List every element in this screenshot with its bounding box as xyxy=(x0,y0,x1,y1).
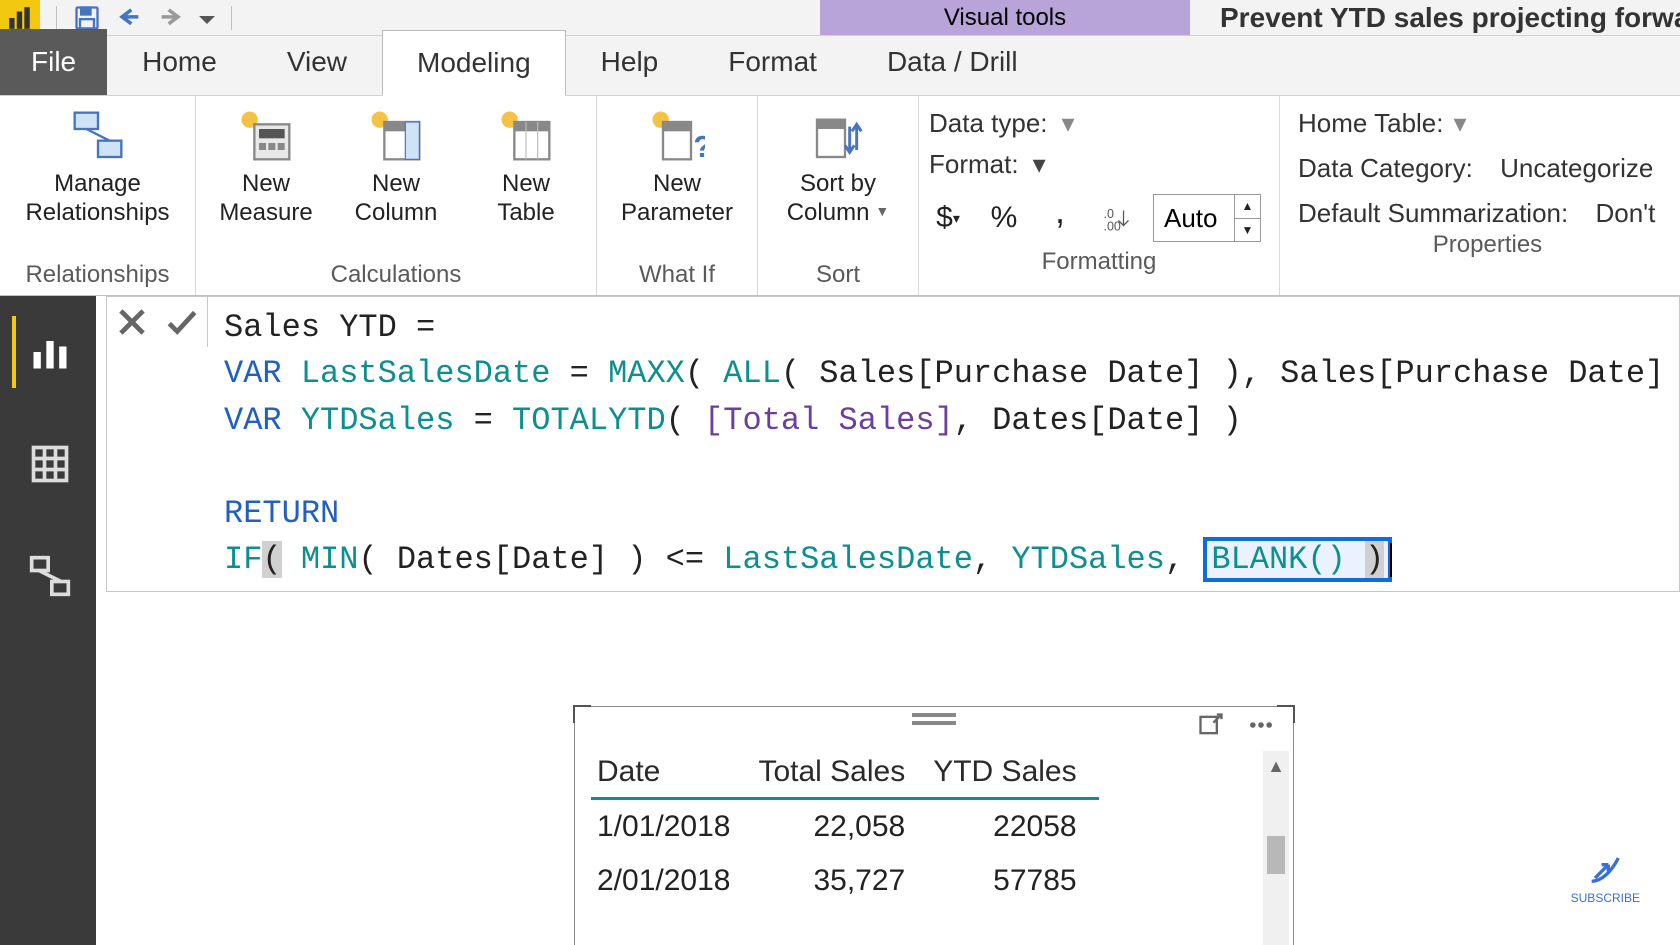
canvas: Prev Date Total Sales xyxy=(96,296,1680,945)
new-parameter-button[interactable]: ? New Parameter xyxy=(607,102,747,228)
table-visual[interactable]: Date Total Sales YTD Sales 1/01/2018 22,… xyxy=(574,706,1294,945)
table-row[interactable]: 2/01/2018 35,727 57785 xyxy=(591,854,1099,908)
tab-view[interactable]: View xyxy=(252,29,382,95)
sort-by-column-button[interactable]: Sort by Column▼ xyxy=(768,102,908,228)
default-summarization-dropdown[interactable]: Default Summarization: Don't xyxy=(1298,198,1677,229)
col-total-sales[interactable]: Total Sales xyxy=(752,747,927,799)
data-type-dropdown[interactable]: ▾ xyxy=(1062,108,1075,139)
visual-body: Date Total Sales YTD Sales 1/01/2018 22,… xyxy=(591,747,1259,945)
data-view-button[interactable] xyxy=(12,428,84,500)
view-nav-rail xyxy=(0,296,96,945)
ribbon-group-calculations: New Measure New Column New Table Calcula… xyxy=(196,96,597,295)
visual-drag-handle[interactable] xyxy=(912,713,956,725)
cancel-formula-button[interactable] xyxy=(107,297,157,347)
model-view-button[interactable] xyxy=(12,540,84,612)
tab-file[interactable]: File xyxy=(0,29,107,95)
new-table-icon xyxy=(498,108,554,164)
ribbon-group-label: Sort xyxy=(768,259,908,293)
new-table-button[interactable]: New Table xyxy=(466,102,586,228)
visual-header xyxy=(575,707,1293,743)
home-table-dropdown[interactable]: Home Table:▾ xyxy=(1298,108,1677,139)
ribbon-group-relationships: Manage Relationships Relationships xyxy=(0,96,196,295)
tab-data-drill[interactable]: Data / Drill xyxy=(852,29,1053,95)
new-column-button[interactable]: New Column xyxy=(336,102,456,228)
ribbon-group-sort: Sort by Column▼ Sort xyxy=(758,96,919,295)
relationships-icon xyxy=(70,108,126,164)
ribbon-group-whatif: ? New Parameter What If xyxy=(597,96,758,295)
report-view-button[interactable] xyxy=(12,316,84,388)
svg-text:?: ? xyxy=(693,131,705,164)
ribbon-group-properties: Home Table:▾ Data Category: Uncategorize… xyxy=(1280,96,1680,295)
decimal-places-input[interactable] xyxy=(1154,195,1234,241)
ribbon-group-formatting: Data type: ▾ Format: ▾ $ ▾ % , .0.00 ▲▼ … xyxy=(919,96,1280,295)
sort-icon xyxy=(810,108,866,164)
ribbon-group-label: Relationships xyxy=(10,259,185,293)
data-category-dropdown[interactable]: Data Category: Uncategorize xyxy=(1298,153,1677,184)
new-measure-button[interactable]: New Measure xyxy=(206,102,326,228)
percent-button[interactable]: % xyxy=(985,201,1023,235)
format-label: Format: xyxy=(929,149,1019,180)
col-date[interactable]: Date xyxy=(591,747,752,799)
comma-button[interactable]: , xyxy=(1041,190,1079,246)
new-measure-icon xyxy=(238,108,294,164)
workspace: Prev Date Total Sales xyxy=(0,296,1680,945)
svg-text:.00: .00 xyxy=(1104,220,1121,234)
manage-relationships-button[interactable]: Manage Relationships xyxy=(10,102,185,228)
tab-format[interactable]: Format xyxy=(693,29,852,95)
new-parameter-icon: ? xyxy=(649,108,705,164)
table-row[interactable]: 1/01/2018 22,058 22058 xyxy=(591,799,1099,855)
ribbon: Manage Relationships Relationships New M… xyxy=(0,96,1680,296)
col-ytd-sales[interactable]: YTD Sales xyxy=(927,747,1098,799)
data-table: Date Total Sales YTD Sales 1/01/2018 22,… xyxy=(591,747,1099,908)
commit-formula-button[interactable] xyxy=(157,297,207,347)
ribbon-group-label: What If xyxy=(607,259,747,293)
decimal-icon: .0.00 xyxy=(1097,200,1135,236)
data-type-label: Data type: xyxy=(929,108,1048,139)
tab-home[interactable]: Home xyxy=(107,29,252,95)
formula-bar: Sales YTD = VAR LastSalesDate = MAXX( AL… xyxy=(106,296,1680,592)
visual-scrollbar[interactable]: ▲ xyxy=(1263,751,1289,945)
ribbon-group-label: Formatting xyxy=(929,246,1269,280)
ribbon-group-label: Calculations xyxy=(206,259,586,293)
subscribe-badge[interactable]: SUBSCRIBE xyxy=(1571,848,1640,905)
more-options-icon[interactable] xyxy=(1247,711,1275,739)
decimal-places-spinner[interactable]: ▲▼ xyxy=(1153,194,1261,242)
tab-help[interactable]: Help xyxy=(566,29,694,95)
focus-mode-icon[interactable] xyxy=(1197,711,1225,739)
format-dropdown[interactable]: ▾ xyxy=(1033,149,1046,180)
formula-editor[interactable]: Sales YTD = VAR LastSalesDate = MAXX( AL… xyxy=(208,297,1680,591)
ribbon-tabs: File Home View Modeling Help Format Data… xyxy=(0,36,1680,96)
tab-modeling[interactable]: Modeling xyxy=(382,30,566,96)
new-column-icon xyxy=(368,108,424,164)
ribbon-group-label: Properties xyxy=(1290,229,1680,263)
document-title: Prevent YTD sales projecting forwa xyxy=(1190,0,1680,35)
currency-button[interactable]: $ ▾ xyxy=(929,201,967,235)
